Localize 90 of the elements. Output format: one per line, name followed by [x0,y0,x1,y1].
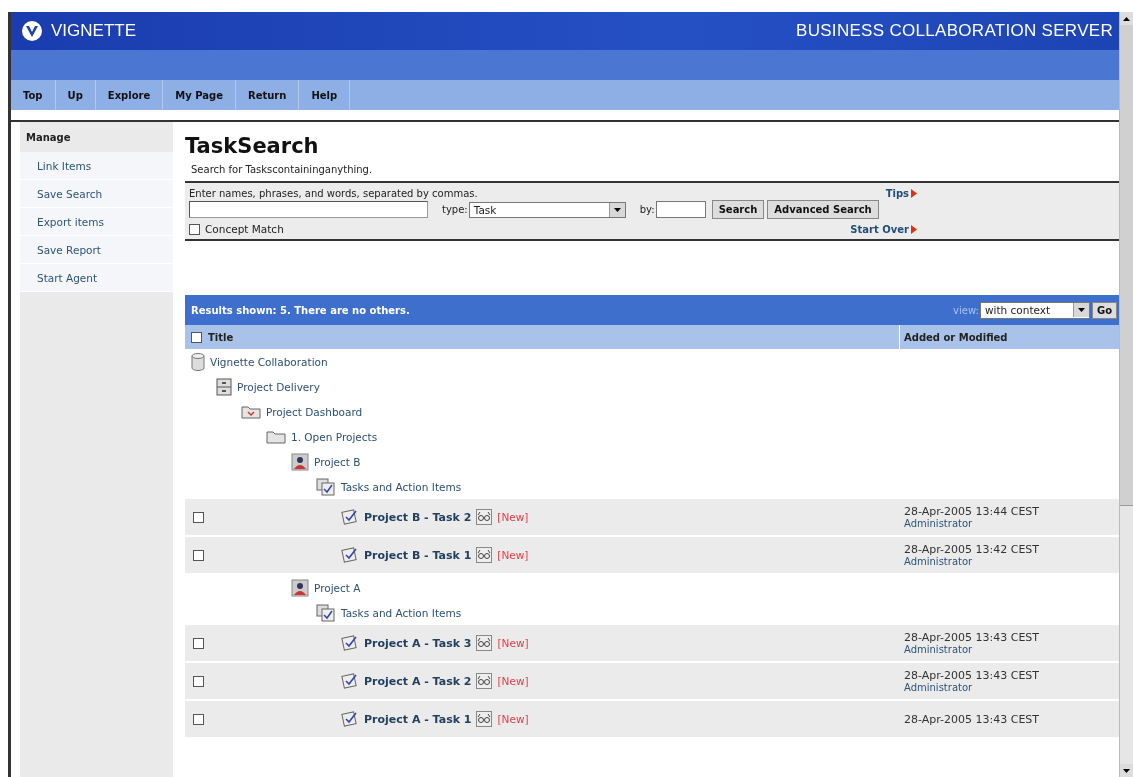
cylinder-icon [191,352,205,371]
row-checkbox[interactable] [193,549,204,561]
logo-icon [21,20,43,42]
glasses-icon[interactable] [476,711,493,727]
column-header: Title [208,331,234,343]
nav-link[interactable]: My Page [163,80,236,110]
view-label: view: [953,304,979,316]
new-tag: [New] [497,713,529,725]
nav-link[interactable]: Top [11,80,56,110]
search-button[interactable]: Search [711,200,765,219]
tree-node-link[interactable]: Project B [314,455,361,468]
start-over-link[interactable]: Start Over [850,223,917,235]
by-label: by: [639,204,655,215]
tree-node-link[interactable]: Project A [314,581,361,594]
sidebar-link[interactable]: Start Agent [20,264,173,292]
tree-node-link[interactable]: Project Dashboard [266,405,363,418]
checklist-icon [341,508,359,526]
glasses-icon[interactable] [476,635,493,651]
page-title: TaskSearch [185,134,320,158]
arrow-icon [911,189,917,198]
glasses-icon[interactable] [476,673,493,689]
go-button[interactable]: Go [1091,301,1117,319]
sidebar-link[interactable]: Export items [20,208,173,236]
tree-node-link[interactable]: 1. Open Projects [291,430,378,443]
new-tag: [New] [497,675,529,687]
tree-node-link[interactable]: Tasks and Action Items [341,606,462,619]
tips-link[interactable]: Tips [885,188,917,199]
page-subtitle: Search for Taskscontaininganything. [190,163,374,177]
search-instructions: Enter names, phrases, and words, separated by commas. [189,188,478,199]
tree-node-link[interactable]: Vignette Collaboration [210,355,328,368]
view-dropdown[interactable]: with context [979,301,1090,319]
column-header: Added or Modified [904,331,1008,343]
type-dropdown[interactable]: Task [468,201,626,218]
author-link[interactable]: Administrator [904,556,1119,567]
modified-date: 28-Apr-2005 13:43 CEST [904,712,1041,726]
row-checkbox[interactable] [193,511,204,523]
checklist-icon [341,672,359,690]
glasses-icon[interactable] [476,547,493,563]
nav-link[interactable]: Up [55,80,96,110]
logo-text: VIGNETTE [51,21,136,41]
sidebar-link[interactable]: Link Items [20,152,173,180]
type-label: type: [442,204,468,215]
task-link[interactable]: Project B - Task 1 [364,548,472,562]
arrow-icon [911,224,917,234]
scroll-down-icon[interactable] [1120,764,1133,777]
checklist-icon [341,634,359,652]
task-link[interactable]: Project B - Task 2 [364,510,472,524]
sidebar-link[interactable]: Save Search [20,180,173,208]
checklists-icon [316,477,336,496]
task-link[interactable]: Project A - Task 3 [364,636,472,650]
author-link[interactable]: Administrator [904,644,1119,655]
select-all-checkbox[interactable] [191,331,202,343]
row-checkbox[interactable] [193,637,204,649]
new-tag: [New] [497,511,529,523]
person-icon [291,578,309,597]
task-link[interactable]: Project A - Task 2 [364,674,472,688]
row-checkbox[interactable] [193,675,204,687]
advanced-search-button[interactable]: Advanced Search [767,200,879,219]
search-field[interactable] [189,201,428,218]
person-icon [291,452,309,471]
sidebar-link[interactable]: Save Report [20,236,173,264]
checklists-icon [316,603,336,622]
product-title: BUSINESS COLLABORATION SERVER [796,21,1113,41]
folder-icon [241,404,261,419]
task-link[interactable]: Project A - Task 1 [364,712,472,726]
tree-node-link[interactable]: Tasks and Action Items [341,480,462,493]
modified-date: 28-Apr-2005 13:42 CEST [904,543,1041,556]
author-link[interactable]: Administrator [904,682,1119,693]
concept-match-label: Concept Match [205,223,284,235]
row-checkbox[interactable] [193,713,204,725]
nav-link[interactable]: Return [235,80,300,110]
modified-date: 28-Apr-2005 13:43 CEST [904,669,1041,682]
new-tag: [New] [497,637,529,649]
cabinet-icon [216,377,232,396]
glasses-icon[interactable] [476,509,493,525]
sidebar-title: Manage [25,131,72,145]
nav-link[interactable]: Help [299,80,351,110]
new-tag: [New] [497,549,529,561]
checklist-icon [341,710,359,728]
author-link[interactable]: Administrator [904,518,1119,529]
author-field[interactable] [655,201,706,218]
folder-icon [266,429,286,444]
scroll-up-icon[interactable] [1120,12,1133,25]
modified-date: 28-Apr-2005 13:43 CEST [904,631,1041,644]
modified-date: 28-Apr-2005 13:44 CEST [904,505,1041,518]
nav-link[interactable]: Explore [95,80,164,110]
concept-match-checkbox[interactable] [189,223,200,235]
results-summary: Results shown: 5. There are no others. [191,304,410,316]
checklist-icon [341,546,359,564]
tree-node-link[interactable]: Project Delivery [237,380,320,393]
